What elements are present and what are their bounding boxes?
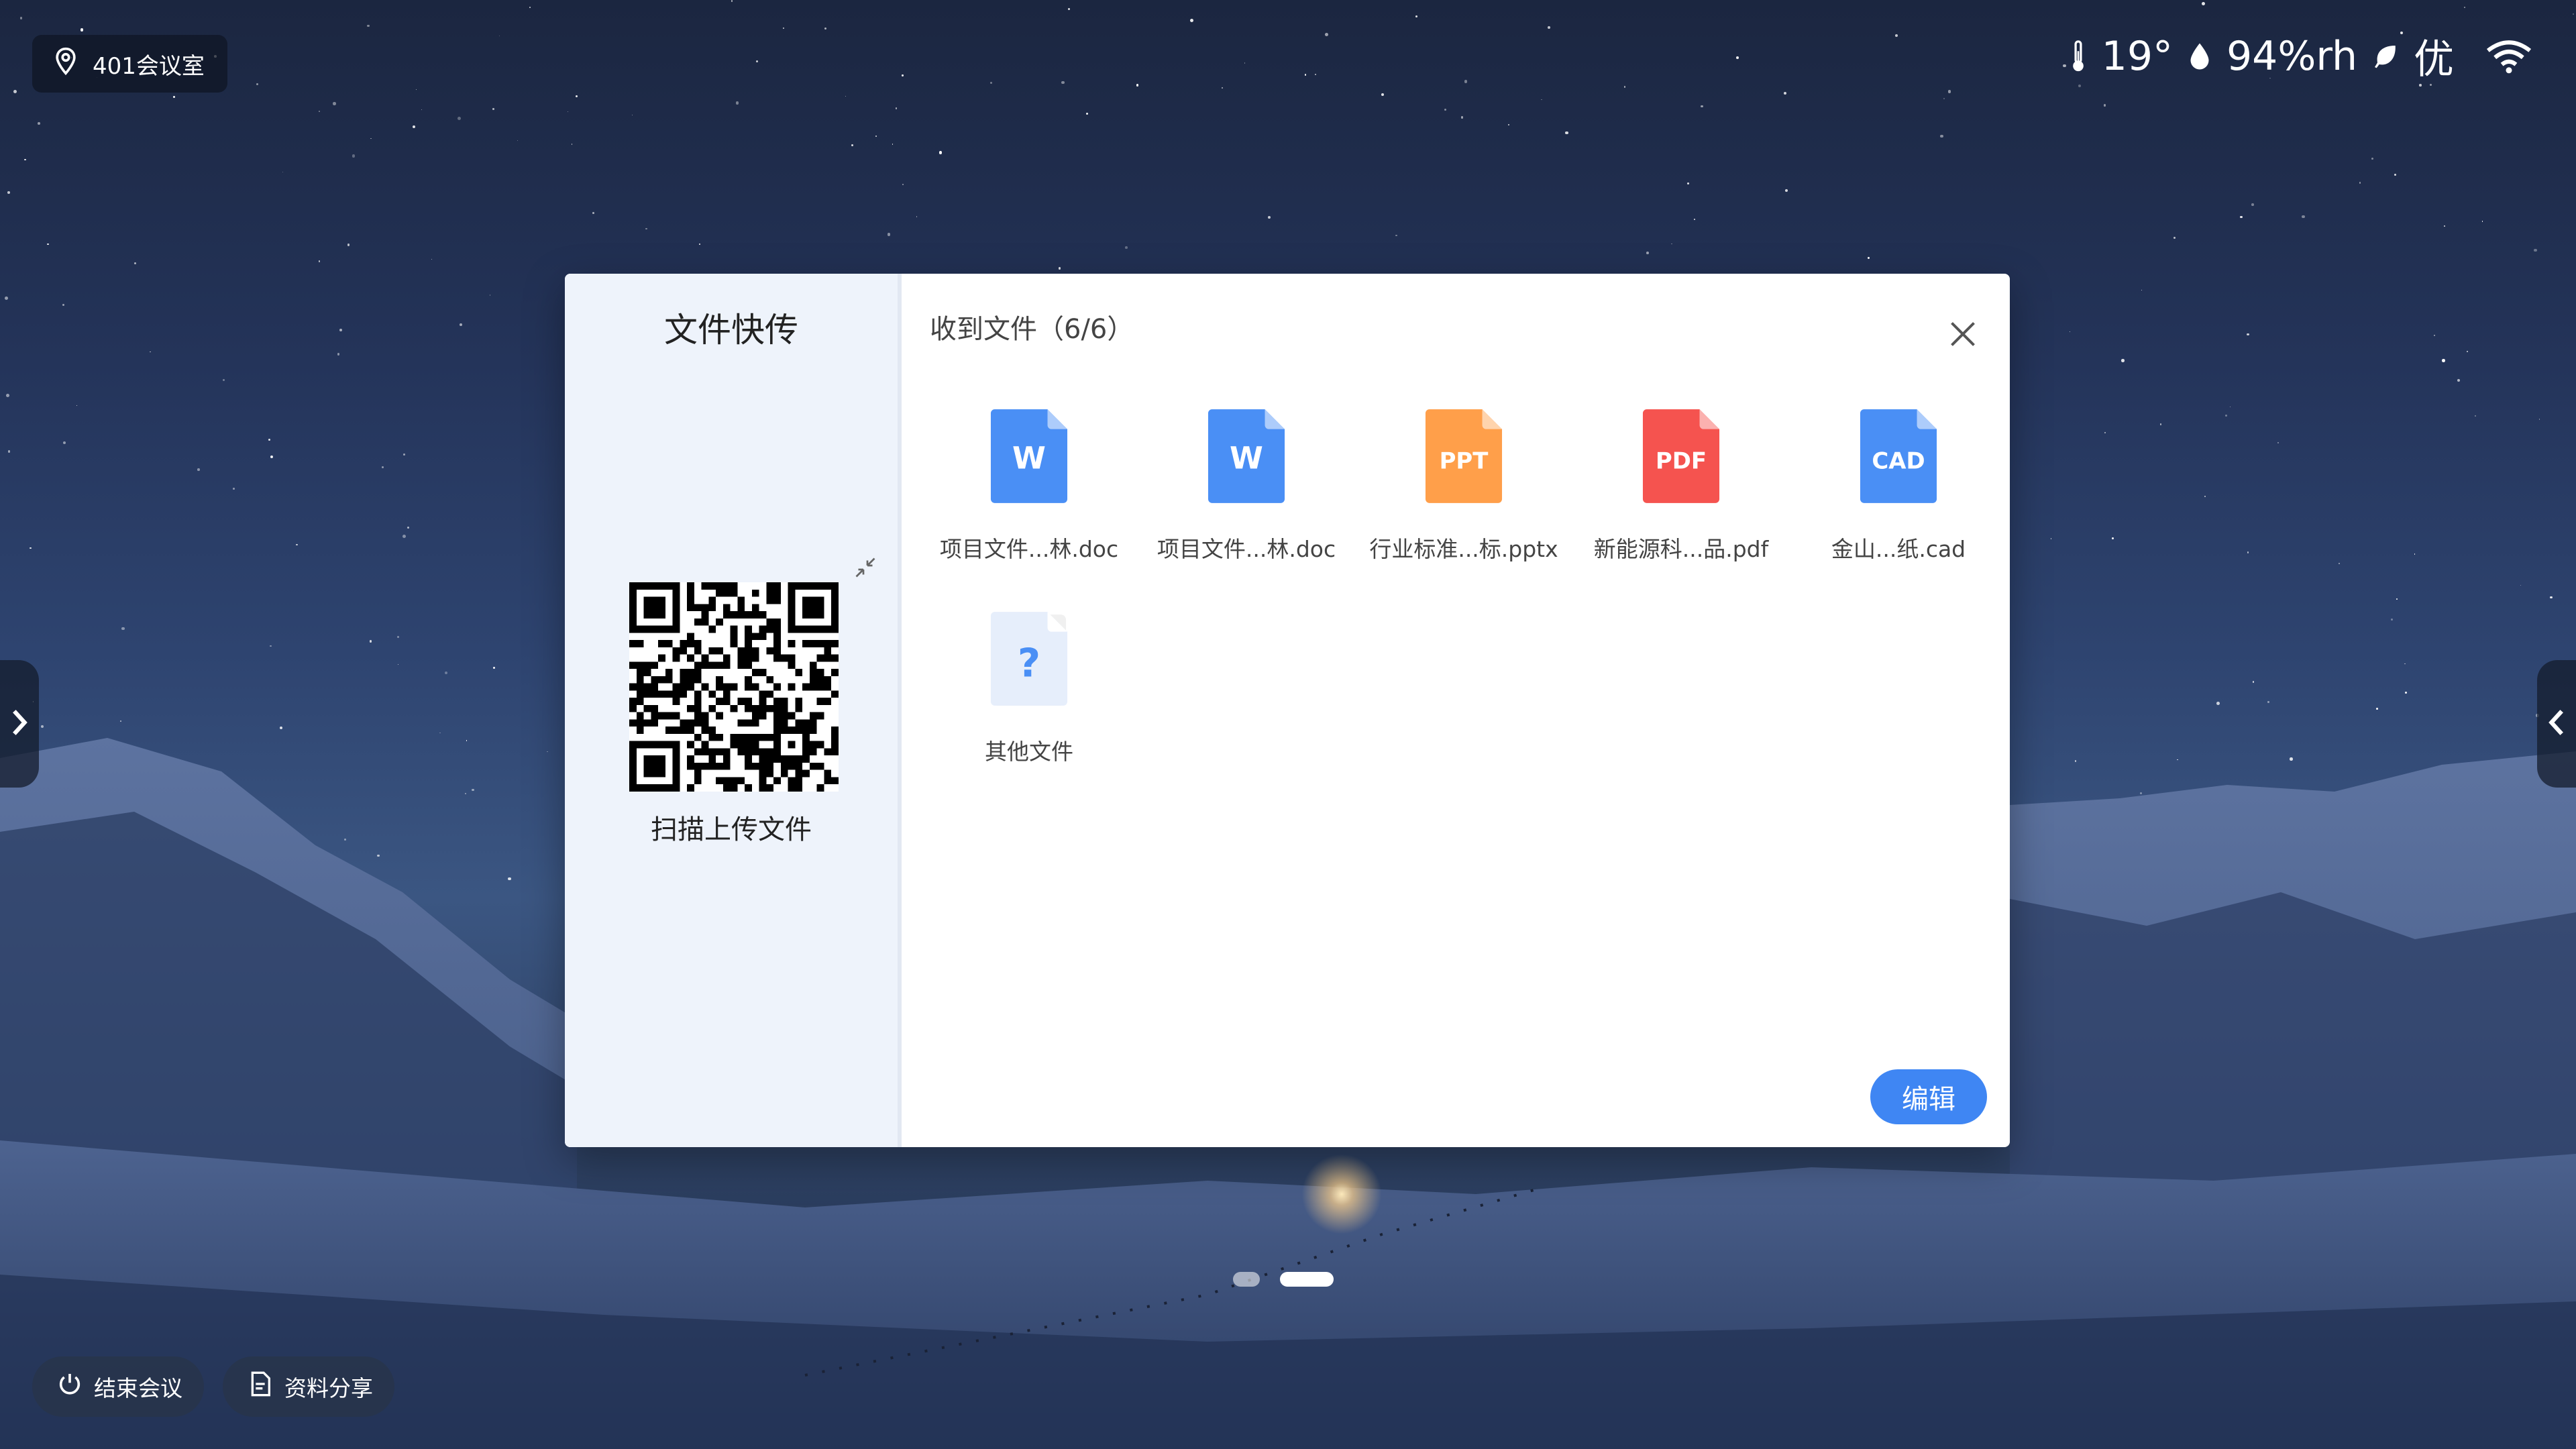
received-files-title: 收到文件（6/6） bbox=[930, 314, 1134, 345]
expand-right-panel-button[interactable] bbox=[2537, 660, 2576, 788]
page-dot[interactable] bbox=[1233, 1272, 1260, 1287]
expand-left-panel-button[interactable] bbox=[0, 660, 39, 788]
file-name: 金山...纸.cad bbox=[1831, 536, 1966, 562]
humidity-drop-icon bbox=[2188, 39, 2212, 74]
status-bar: 19° 94%rh 优 bbox=[2070, 27, 2536, 85]
qr-caption: 扫描上传文件 bbox=[651, 814, 812, 845]
page-dot[interactable] bbox=[1280, 1272, 1334, 1287]
qr-upload-panel: 文件快传 扫描上传文件 bbox=[565, 274, 902, 1147]
svg-text:W: W bbox=[1230, 441, 1263, 476]
file-name: 行业标准...标.pptx bbox=[1369, 536, 1558, 562]
svg-text:PDF: PDF bbox=[1656, 448, 1707, 474]
pdf-file-icon: PDF bbox=[1642, 409, 1720, 503]
air-quality-value: 优 bbox=[2414, 36, 2454, 83]
end-meeting-button[interactable]: 结束会议 bbox=[32, 1356, 204, 1417]
close-button[interactable] bbox=[1943, 315, 1983, 356]
file-item[interactable]: ? 其他文件 bbox=[920, 610, 1138, 766]
edit-button[interactable]: 编辑 bbox=[1870, 1069, 1987, 1124]
collapse-icon[interactable] bbox=[853, 555, 877, 580]
file-item[interactable]: PDF 新能源科...品.pdf bbox=[1572, 408, 1790, 564]
share-material-label: 资料分享 bbox=[284, 1375, 373, 1401]
close-icon bbox=[1948, 319, 1978, 352]
location-badge: 401会议室 bbox=[32, 35, 227, 93]
cad-file-icon: CAD bbox=[1860, 409, 1937, 503]
svg-text:PPT: PPT bbox=[1440, 448, 1489, 474]
page-indicator bbox=[1233, 1272, 1334, 1287]
word-file-icon: W bbox=[990, 409, 1068, 503]
location-label: 401会议室 bbox=[93, 52, 205, 80]
location-pin-icon bbox=[51, 46, 80, 82]
file-item[interactable]: PPT 行业标准...标.pptx bbox=[1355, 408, 1572, 564]
word-file-icon: W bbox=[1208, 409, 1285, 503]
panel-title: 文件快传 bbox=[664, 311, 798, 350]
temperature-value: 19° bbox=[2101, 32, 2173, 80]
humidity-value: 94%rh bbox=[2226, 32, 2357, 80]
desktop-screen: 401会议室 19° 94%rh 优 文件快传 扫描上传文件 收到文件（6/6）… bbox=[0, 0, 2576, 1449]
lamp-glow bbox=[1301, 1154, 1382, 1234]
svg-text:W: W bbox=[1012, 441, 1046, 476]
file-name: 项目文件...林.doc bbox=[939, 536, 1119, 562]
file-name: 其他文件 bbox=[985, 739, 1073, 765]
qr-code bbox=[629, 582, 839, 792]
share-material-button[interactable]: 资料分享 bbox=[223, 1356, 394, 1417]
file-name: 项目文件...林.doc bbox=[1157, 536, 1336, 562]
unknown-file-icon: ? bbox=[990, 612, 1068, 706]
thermometer-icon bbox=[2070, 39, 2087, 74]
file-transfer-dialog: 文件快传 扫描上传文件 收到文件（6/6） W 项目文件...林.doc W 项目文件… bbox=[565, 274, 2010, 1147]
chevron-left-icon bbox=[2545, 707, 2568, 741]
svg-text:?: ? bbox=[1018, 640, 1040, 686]
file-item[interactable]: W 项目文件...林.doc bbox=[1138, 408, 1355, 564]
leaf-icon bbox=[2372, 39, 2399, 74]
svg-text:CAD: CAD bbox=[1872, 448, 1925, 474]
end-meeting-label: 结束会议 bbox=[94, 1375, 182, 1401]
ppt-file-icon: PPT bbox=[1425, 409, 1503, 503]
power-icon bbox=[56, 1371, 83, 1403]
file-grid: W 项目文件...林.doc W 项目文件...林.doc PPT 行业标准...标.pp… bbox=[920, 408, 2007, 766]
file-item[interactable]: W 项目文件...林.doc bbox=[920, 408, 1138, 564]
chevron-right-icon bbox=[8, 707, 31, 741]
file-name: 新能源科...品.pdf bbox=[1593, 536, 1769, 562]
document-icon bbox=[247, 1371, 274, 1403]
received-files-panel: 收到文件（6/6） W 项目文件...林.doc W 项目文件...林.doc PPT 行… bbox=[902, 274, 2010, 1147]
file-item[interactable]: CAD 金山...纸.cad bbox=[1790, 408, 2007, 564]
wifi-icon bbox=[2482, 39, 2536, 74]
